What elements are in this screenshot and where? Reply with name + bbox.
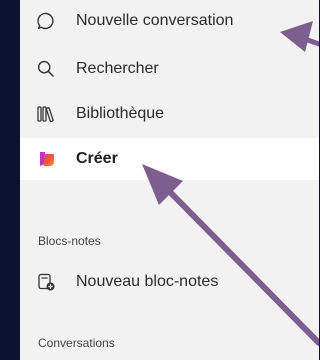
create-item[interactable]: Créer <box>20 138 319 180</box>
notebooks-section-header: Blocs-notes <box>38 234 101 248</box>
new-notebook-item[interactable]: Nouveau bloc-notes <box>20 261 319 303</box>
search-item[interactable]: Rechercher <box>20 48 319 90</box>
new-conversation-item[interactable]: Nouvelle conversation <box>20 0 319 42</box>
create-label: Créer <box>76 150 118 167</box>
library-icon <box>36 104 56 124</box>
library-item[interactable]: Bibliothèque <box>20 93 319 135</box>
new-notebook-icon <box>36 272 56 292</box>
screenshot-frame: Nouvelle conversation Rechercher Bibliot… <box>0 0 319 360</box>
sidebar: Nouvelle conversation Rechercher Bibliot… <box>20 0 319 360</box>
create-icon <box>36 149 56 169</box>
chat-bubble-icon <box>36 11 56 31</box>
search-icon <box>36 59 56 79</box>
library-label: Bibliothèque <box>76 105 165 122</box>
search-label: Rechercher <box>76 60 159 77</box>
new-conversation-label: Nouvelle conversation <box>76 12 234 29</box>
new-notebook-label: Nouveau bloc-notes <box>76 273 219 290</box>
conversations-section-header: Conversations <box>38 336 115 350</box>
